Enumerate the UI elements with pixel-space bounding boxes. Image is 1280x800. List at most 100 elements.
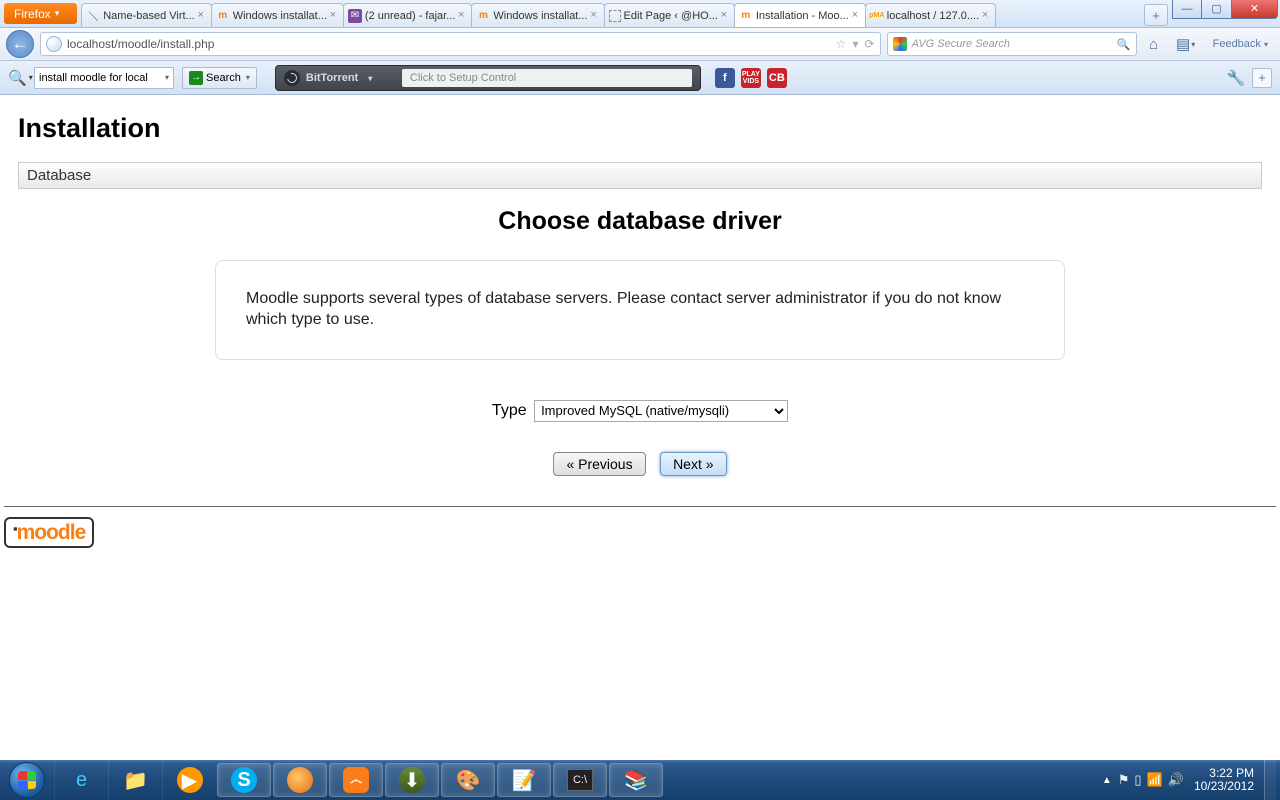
search-icon[interactable]: 🔍: [1117, 38, 1131, 51]
taskbar-firefox[interactable]: [273, 763, 327, 797]
windows-taskbar: e 📁 ▶ S ෴ ⬇ 🎨 📝 C:\ 📚 ▲ ⚑ ▯ 📶 🔊 3:22 PM …: [0, 760, 1280, 800]
taskbar-skype[interactable]: S: [217, 763, 271, 797]
close-icon[interactable]: ×: [455, 10, 467, 22]
tab-item[interactable]: ✉(2 unread) - fajar...×: [343, 3, 473, 27]
close-icon[interactable]: ×: [195, 10, 207, 22]
page-title: Installation: [18, 113, 1262, 144]
close-icon[interactable]: ×: [327, 10, 339, 22]
date-text: 10/23/2012: [1194, 780, 1254, 793]
tab-item[interactable]: ＼Name-based Virt...×: [81, 3, 212, 27]
xampp-icon: ෴: [343, 767, 369, 793]
section-header: Database: [18, 162, 1262, 189]
type-row: Type Improved MySQL (native/mysqli): [18, 400, 1262, 422]
tab-strip: ＼Name-based Virt...× mWindows installat.…: [81, 0, 1142, 27]
taskbar-buttons: e 📁 ▶ S ෴ ⬇ 🎨 📝 C:\ 📚: [54, 760, 664, 800]
bittorrent-label: BitTorrent: [306, 72, 396, 84]
system-tray: ▲ ⚑ ▯ 📶 🔊 3:22 PM 10/23/2012: [1102, 760, 1280, 800]
taskbar-explorer[interactable]: 📁: [108, 760, 162, 800]
page-heading: Choose database driver: [18, 207, 1262, 236]
notepad-icon: 📝: [509, 765, 539, 795]
battery-icon[interactable]: ▯: [1134, 772, 1141, 788]
phpmyadmin-icon: pMA: [870, 9, 884, 23]
tab-item[interactable]: mWindows installat...×: [471, 3, 604, 27]
star-icon[interactable]: ☆: [836, 37, 847, 51]
type-select[interactable]: Improved MySQL (native/mysqli): [534, 400, 788, 422]
bittorrent-setup-input[interactable]: Click to Setup Control: [402, 69, 692, 87]
tab-item[interactable]: mWindows installat...×: [211, 3, 344, 27]
home-button[interactable]: ⌂: [1143, 33, 1165, 55]
search-placeholder: AVG Secure Search: [912, 38, 1117, 50]
previous-button[interactable]: « Previous: [553, 452, 645, 476]
address-bar[interactable]: localhost/moodle/install.php ☆ ▾ ⟳: [40, 32, 881, 56]
taskbar-cmd[interactable]: C:\: [553, 763, 607, 797]
mail-icon: ✉: [348, 9, 362, 23]
search-bar[interactable]: AVG Secure Search 🔍: [887, 32, 1137, 56]
page-icon: [609, 10, 621, 22]
new-tab-button[interactable]: +: [1144, 4, 1168, 26]
facebook-icon[interactable]: f: [715, 68, 735, 88]
reload-icon[interactable]: ⟳: [865, 37, 875, 51]
playvids-icon[interactable]: PLAY VIDS: [741, 68, 761, 88]
taskbar-ie[interactable]: e: [54, 760, 108, 800]
folder-icon: 📁: [121, 765, 151, 795]
taskbar-paint[interactable]: 🎨: [441, 763, 495, 797]
cb-icon[interactable]: CB: [767, 68, 787, 88]
window-controls: — ▢ ✕: [1172, 0, 1278, 27]
maximize-button[interactable]: ▢: [1202, 0, 1232, 19]
firefox-icon: [287, 767, 313, 793]
close-button[interactable]: ✕: [1232, 0, 1278, 19]
ie-icon: e: [67, 765, 97, 795]
flag-icon[interactable]: ⚑: [1118, 772, 1130, 788]
tab-item-active[interactable]: mInstallation - Moo...×: [734, 3, 866, 27]
wrench-icon[interactable]: 🔧: [1226, 68, 1246, 88]
taskbar-xampp[interactable]: ෴: [329, 763, 383, 797]
toolbar-social-icons: f PLAY VIDS CB: [715, 68, 787, 88]
bookmarks-button[interactable]: ▤▾: [1171, 33, 1201, 55]
toolbar-search-button[interactable]: →Search: [182, 67, 257, 89]
start-button[interactable]: [0, 760, 54, 800]
tray-overflow-button[interactable]: ▲: [1102, 775, 1112, 786]
back-button[interactable]: ←: [6, 30, 34, 58]
moodle-icon: m: [476, 9, 490, 23]
avg-icon: [893, 37, 907, 51]
taskbar-mediaplayer[interactable]: ▶: [162, 760, 216, 800]
media-icon: ▶: [177, 767, 203, 793]
tab-item[interactable]: pMAlocalhost / 127.0....×: [865, 3, 996, 27]
moodle-logo[interactable]: ▪moodle: [4, 517, 94, 548]
clock[interactable]: 3:22 PM 10/23/2012: [1190, 767, 1258, 793]
bittorrent-panel[interactable]: BitTorrent Click to Setup Control: [275, 65, 701, 91]
paint-icon: 🎨: [453, 765, 483, 795]
close-icon[interactable]: ×: [718, 10, 730, 22]
globe-icon: [46, 36, 62, 52]
bittorrent-icon: [284, 70, 300, 86]
url-text: localhost/moodle/install.php: [67, 37, 830, 51]
network-icon[interactable]: 📶: [1147, 772, 1163, 788]
firefox-menu-button[interactable]: Firefox: [4, 3, 77, 24]
volume-icon[interactable]: 🔊: [1168, 772, 1184, 788]
winrar-icon: 📚: [621, 765, 651, 795]
add-toolbar-button[interactable]: +: [1252, 68, 1272, 88]
close-icon[interactable]: ×: [979, 10, 991, 22]
info-box: Moodle supports several types of databas…: [215, 260, 1065, 360]
minimize-button[interactable]: —: [1172, 0, 1202, 19]
toolbar-search-icon[interactable]: 🔍: [8, 69, 26, 87]
type-label: Type: [492, 402, 527, 419]
toolbar-search-input[interactable]: install moodle for local: [34, 67, 174, 89]
tab-item[interactable]: Edit Page ‹ @HO...×: [604, 3, 735, 27]
dropdown-icon[interactable]: ▾: [853, 37, 859, 51]
skype-icon: S: [231, 767, 257, 793]
browser-titlebar: Firefox ＼Name-based Virt...× mWindows in…: [0, 0, 1280, 28]
next-button[interactable]: Next »: [660, 452, 726, 476]
taskbar-winrar[interactable]: 📚: [609, 763, 663, 797]
feedback-link[interactable]: Feedback ▾: [1213, 38, 1268, 50]
page-content: Installation Database Choose database dr…: [0, 95, 1280, 760]
taskbar-notepad[interactable]: 📝: [497, 763, 551, 797]
taskbar-idm[interactable]: ⬇: [385, 763, 439, 797]
nav-buttons: « Previous Next »: [18, 452, 1262, 476]
close-icon[interactable]: ×: [849, 10, 861, 22]
go-arrow-icon: →: [189, 71, 203, 85]
close-icon[interactable]: ×: [588, 10, 600, 22]
show-desktop-button[interactable]: [1264, 760, 1276, 800]
moodle-icon: m: [739, 9, 753, 23]
addon-toolbar: 🔍 install moodle for local →Search BitTo…: [0, 61, 1280, 95]
